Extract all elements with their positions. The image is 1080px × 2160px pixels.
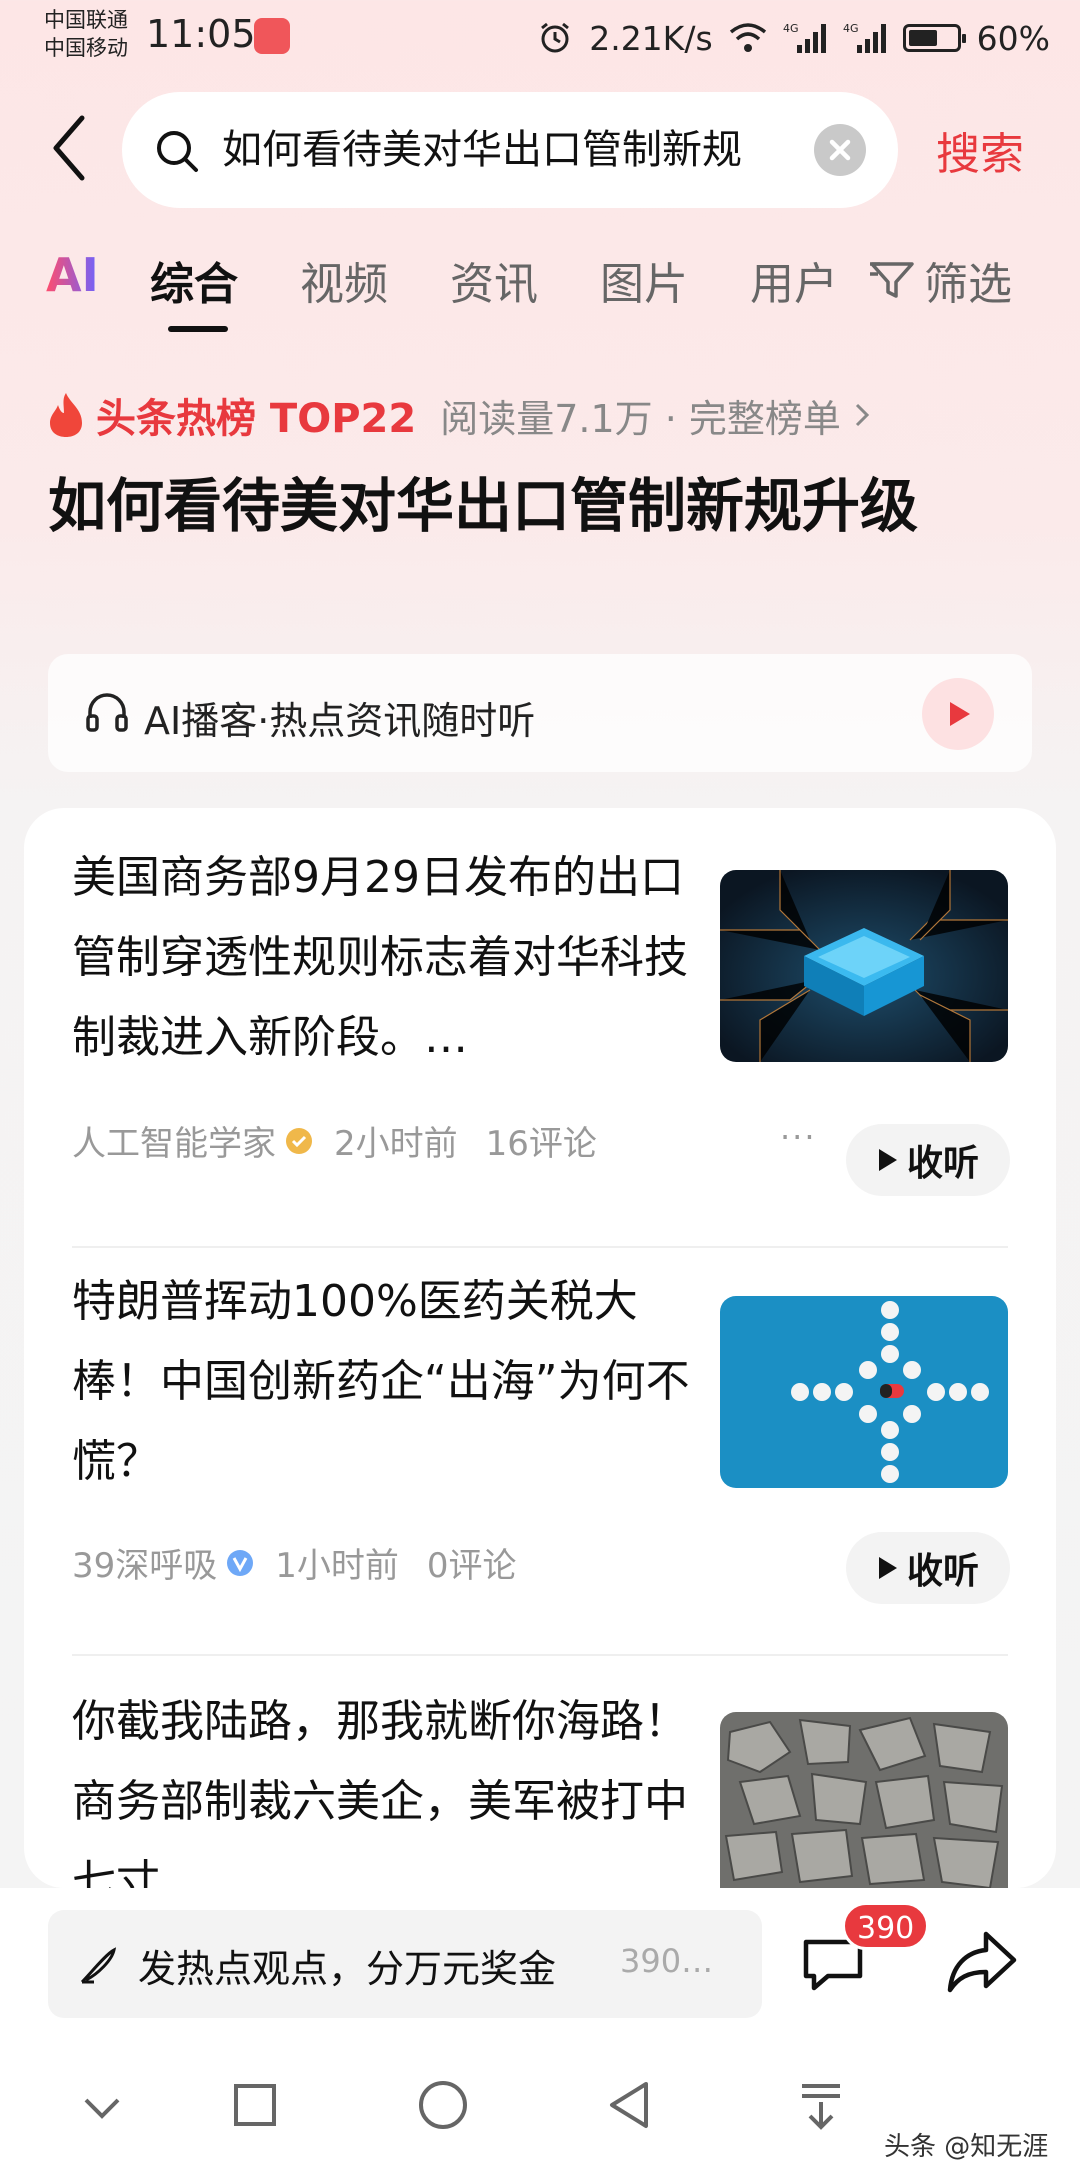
search-box[interactable]: 如何看待美对华出口管制新规 xyxy=(122,92,898,208)
article-item[interactable]: 你截我陆路，那我就断你海路！商务部制裁六美企，美军被打中七寸 xyxy=(24,1658,1056,1888)
chip-image xyxy=(720,870,1008,1062)
alarm-icon xyxy=(541,22,570,53)
podcast-label: AI播客·热点资讯随时听 xyxy=(144,699,536,743)
home-icon[interactable] xyxy=(416,2078,470,2132)
publish-time: 2小时前 xyxy=(334,1124,458,1164)
status-icons: 2.21K/s 4G 4G 60% xyxy=(537,16,1050,60)
signal-4g-icon-2: 4G xyxy=(843,22,886,53)
publish-time: 1小时前 xyxy=(275,1546,399,1586)
article-title[interactable]: 美国商务部9月29日发布的出口管制穿透性规则标志着对华科技制裁进入新阶段。… xyxy=(72,838,712,1078)
hot-list-meta: 阅读量7.1万 · 完整榜单 xyxy=(440,396,841,441)
clock: 11:05 xyxy=(146,12,256,56)
listen-label: 收听 xyxy=(906,1551,979,1592)
comment-badge: 390 xyxy=(842,1902,930,1950)
podcast-play-button[interactable] xyxy=(922,678,994,750)
svg-text:4G: 4G xyxy=(843,22,859,35)
comment-count-hint: 390… xyxy=(620,1942,714,1980)
tab-all[interactable]: 综合 xyxy=(150,248,238,312)
battery-fill xyxy=(908,30,937,46)
topic-title: 如何看待美对华出口管制新规升级 xyxy=(48,472,919,540)
tab-images[interactable]: 图片 xyxy=(600,248,688,312)
play-icon xyxy=(878,1149,897,1171)
watermark: 头条 @知无涯 xyxy=(884,2132,1049,2160)
results-feed: 美国商务部9月29日发布的出口管制穿透性规则标志着对华科技制裁进入新阶段。… 人… xyxy=(24,808,1056,1888)
wifi-icon xyxy=(729,23,766,52)
listen-label: 收听 xyxy=(906,1143,979,1184)
tab-video[interactable]: 视频 xyxy=(300,248,388,312)
huawei-app-icon xyxy=(254,18,290,54)
filter-button[interactable]: 筛选 xyxy=(868,248,1012,312)
article-meta: 39深呼吸 1小时前 0评论 xyxy=(72,1538,517,1587)
signal-4g-icon: 4G xyxy=(783,22,826,53)
article-thumbnail[interactable] xyxy=(720,1296,1008,1488)
article-meta: 人工智能学家 2小时前 16评论 xyxy=(72,1116,597,1165)
comment-placeholder: 发热点观点，分万元奖金 xyxy=(138,1947,557,1991)
back-nav-icon[interactable] xyxy=(606,2080,654,2130)
battery-icon xyxy=(902,24,966,52)
hot-list-row[interactable]: 头条热榜 TOP22 阅读量7.1万 · 完整榜单 xyxy=(46,390,875,442)
more-options-button[interactable]: ··· xyxy=(780,1118,817,1156)
tab-news[interactable]: 资讯 xyxy=(450,248,538,312)
tab-ai[interactable]: AI xyxy=(46,248,99,302)
article-item[interactable]: 特朗普挥动100%医药关税大棒！中国创新药企“出海”为何不慌？ 39深呼吸 1小… xyxy=(24,1248,1056,1658)
bottom-bar: 发热点观点，分万元奖金 390… 390 xyxy=(0,1888,1080,2160)
play-icon xyxy=(950,702,970,726)
battery-percent: 60% xyxy=(976,18,1050,58)
hot-list-title: 头条热榜 TOP22 xyxy=(96,396,417,442)
rocks-image xyxy=(720,1712,1008,1888)
chevron-down-icon[interactable] xyxy=(80,2088,124,2128)
article-thumbnail[interactable] xyxy=(720,1712,1008,1888)
back-button[interactable] xyxy=(42,110,102,190)
notification-pull-icon[interactable] xyxy=(798,2080,844,2130)
article-title[interactable]: 特朗普挥动100%医药关税大棒！中国创新药企“出海”为何不慌？ xyxy=(72,1262,712,1502)
svg-text:4G: 4G xyxy=(783,22,799,35)
comment-count: 0评论 xyxy=(426,1546,517,1586)
back-arrow-icon xyxy=(53,115,85,181)
filter-icon xyxy=(870,262,914,298)
pills-image xyxy=(720,1296,1008,1488)
author-name[interactable]: 39深呼吸 xyxy=(72,1538,217,1587)
article-item[interactable]: 美国商务部9月29日发布的出口管制穿透性规则标志着对华科技制裁进入新阶段。… 人… xyxy=(24,808,1056,1248)
article-thumbnail[interactable] xyxy=(720,870,1008,1062)
status-bar: 中国联通 中国移动 11:05 2.21K/s 4G 4G 60% xyxy=(0,0,1080,80)
share-icon xyxy=(947,1931,1017,1993)
chevron-right-icon xyxy=(855,403,869,427)
share-button[interactable] xyxy=(944,1926,1020,2000)
search-button[interactable]: 搜索 xyxy=(936,118,1024,182)
carrier-2: 中国移动 xyxy=(44,36,128,60)
comment-count: 16评论 xyxy=(485,1124,597,1164)
listen-button[interactable]: 收听 xyxy=(846,1532,1010,1604)
recent-apps-icon[interactable] xyxy=(232,2082,278,2128)
ai-podcast-bar[interactable]: AI播客·热点资讯随时听 xyxy=(48,654,1032,772)
tab-users[interactable]: 用户 xyxy=(750,248,838,312)
flame-icon xyxy=(50,393,82,437)
headphones-icon xyxy=(86,693,128,732)
search-icon xyxy=(157,131,198,172)
pen-icon xyxy=(80,1947,117,1984)
verified-blue-icon xyxy=(227,1549,254,1576)
clear-search-button[interactable] xyxy=(814,124,866,176)
carrier-info: 中国联通 中国移动 xyxy=(44,6,128,62)
divider xyxy=(72,1654,1008,1656)
listen-button[interactable]: 收听 xyxy=(846,1124,1010,1196)
search-input[interactable]: 如何看待美对华出口管制新规 xyxy=(222,120,782,180)
article-title[interactable]: 你截我陆路，那我就断你海路！商务部制裁六美企，美军被打中七寸 xyxy=(72,1682,712,1888)
verified-gold-icon xyxy=(286,1127,312,1154)
active-tab-indicator xyxy=(168,326,228,332)
author-name[interactable]: 人工智能学家 xyxy=(72,1116,276,1165)
comment-input[interactable]: 发热点观点，分万元奖金 390… xyxy=(48,1910,762,2018)
filter-label: 筛选 xyxy=(924,259,1012,310)
close-icon xyxy=(829,139,851,161)
play-icon xyxy=(878,1557,897,1579)
network-speed: 2.21K/s xyxy=(589,18,713,58)
carrier-1: 中国联通 xyxy=(44,8,128,32)
